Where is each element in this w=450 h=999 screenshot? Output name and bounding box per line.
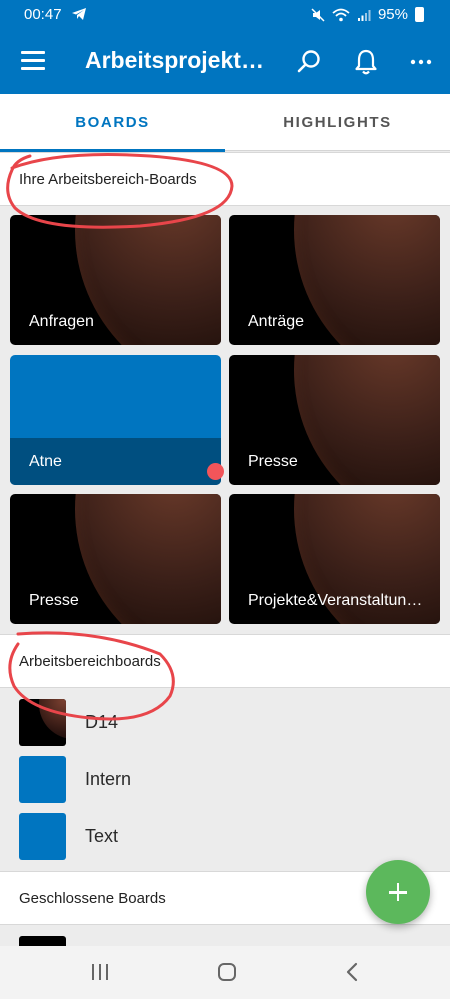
board-tile-label: Projekte&Veranstaltungen	[248, 592, 428, 609]
board-thumbnail	[19, 699, 66, 746]
list-item-label: Intern	[85, 769, 132, 789]
board-thumbnail	[19, 756, 66, 803]
board-tile-projekte[interactable]: Projekte&Veranstaltungen	[229, 494, 440, 624]
status-bar: 00:47 95%	[0, 0, 450, 30]
search-icon[interactable]	[294, 47, 324, 77]
board-tile-label: Presse	[29, 592, 79, 609]
board-background-image	[75, 215, 221, 345]
notification-dot	[207, 463, 224, 480]
tab-highlights[interactable]: HIGHLIGHTS	[225, 94, 450, 151]
board-tile-atne[interactable]: Atne	[10, 355, 221, 485]
list-item-label: Text	[85, 826, 119, 846]
tab-bar: BOARDS HIGHLIGHTS	[0, 94, 450, 152]
system-nav-bar	[0, 946, 450, 999]
board-tile-presse[interactable]: Presse	[229, 355, 440, 485]
board-tile-label: Atne	[29, 453, 62, 470]
status-icons: 95%	[311, 6, 424, 23]
add-board-button[interactable]	[366, 860, 430, 924]
more-icon[interactable]	[407, 47, 437, 77]
board-tile-presse-2[interactable]: Presse	[10, 494, 221, 624]
section-workspace-list: Arbeitsbereichboards	[0, 634, 450, 688]
menu-icon[interactable]	[21, 51, 45, 71]
board-tile-label: Presse	[248, 453, 298, 470]
tab-boards[interactable]: BOARDS	[0, 94, 225, 152]
board-background-image	[75, 494, 221, 624]
list-item-label: D14	[85, 712, 119, 732]
signal-icon	[357, 9, 371, 21]
section-workspace-boards: Ihre Arbeitsbereich-Boards	[0, 152, 450, 206]
board-tile-label: Anfragen	[29, 313, 94, 330]
mute-icon	[311, 7, 325, 22]
board-tile-antraege[interactable]: Anträge	[229, 215, 440, 345]
list-item-text[interactable]: Text	[0, 808, 450, 865]
battery-percent: 95%	[377, 6, 408, 23]
list-item-intern[interactable]: Intern	[0, 751, 450, 808]
page-title: Arbeitsprojekte…	[85, 47, 275, 73]
app-bar: Arbeitsprojekte…	[0, 30, 450, 94]
status-time: 00:47	[24, 6, 62, 23]
back-icon[interactable]	[343, 961, 361, 983]
board-tile-label: Anträge	[248, 313, 305, 330]
board-background-image	[294, 215, 440, 345]
bell-icon[interactable]	[351, 47, 381, 77]
list-item-d14[interactable]: D14	[0, 694, 450, 751]
home-icon[interactable]	[216, 961, 238, 983]
board-background-image	[294, 355, 440, 485]
board-thumbnail	[19, 813, 66, 860]
board-tile-anfragen[interactable]: Anfragen	[10, 215, 221, 345]
wifi-icon	[332, 8, 350, 21]
recent-apps-icon[interactable]	[90, 961, 110, 983]
board-thumbnail	[19, 936, 66, 946]
battery-icon	[415, 7, 424, 22]
telegram-icon	[72, 8, 86, 20]
